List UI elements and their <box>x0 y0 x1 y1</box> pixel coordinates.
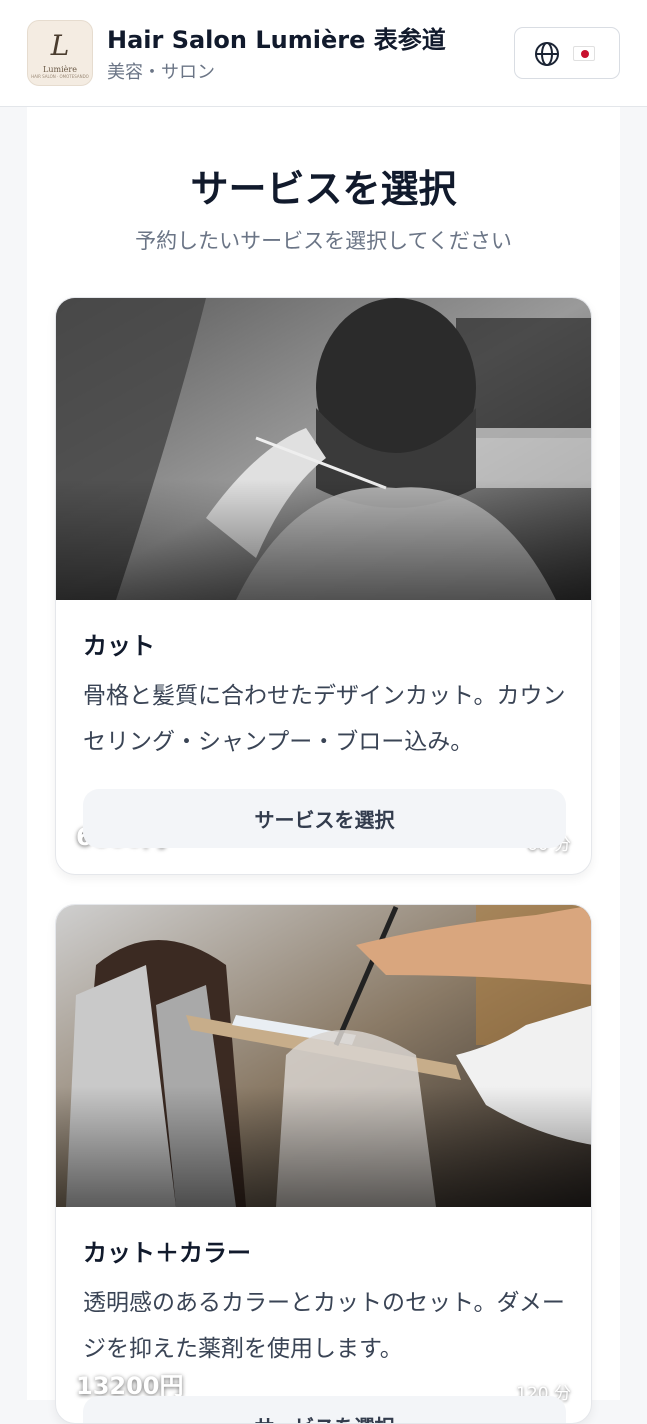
page-subtitle: 予約したいサービスを選択してください <box>135 229 512 253</box>
salon-name: Hair Salon Lumière 表参道 <box>107 26 446 54</box>
logo-word: Lumière <box>43 65 77 74</box>
service-description: 透明感のあるカラーとカットのセット。ダメージを抑えた薬剤を使用します。 <box>83 1290 565 1362</box>
service-description: 骨格と髪質に合わせたデザインカット。カウンセリング・シャンプー・ブロー込み。 <box>83 683 566 755</box>
logo-letter: L <box>50 29 70 62</box>
language-selector-button[interactable] <box>514 27 620 79</box>
salon-logo[interactable]: L Lumière HAIR SALON · OMOTESANDO <box>27 20 93 86</box>
page-title: サービスを選択 <box>190 167 457 211</box>
select-service-button[interactable]: サービスを選択 <box>83 1396 566 1423</box>
select-service-button[interactable]: サービスを選択 <box>83 789 566 848</box>
hair-color-photo <box>56 905 591 1207</box>
japan-flag-icon <box>573 46 595 61</box>
service-name: カット＋カラー <box>83 1239 251 1267</box>
service-card-cut[interactable]: 6600円 60 分 カット 骨格と髪質に合わせたデザインカット。カウンセリング… <box>55 297 592 875</box>
app-header: L Lumière HAIR SALON · OMOTESANDO Hair S… <box>0 0 647 107</box>
logo-tagline: HAIR SALON · OMOTESANDO <box>31 74 89 79</box>
salon-category: 美容・サロン <box>107 62 215 83</box>
haircut-photo <box>56 298 591 600</box>
globe-icon <box>535 42 559 66</box>
service-card-cut-color[interactable]: 13200円 120 分 カット＋カラー 透明感のあるカラーとカットのセット。ダ… <box>55 904 592 1424</box>
service-name: カット <box>83 632 155 660</box>
